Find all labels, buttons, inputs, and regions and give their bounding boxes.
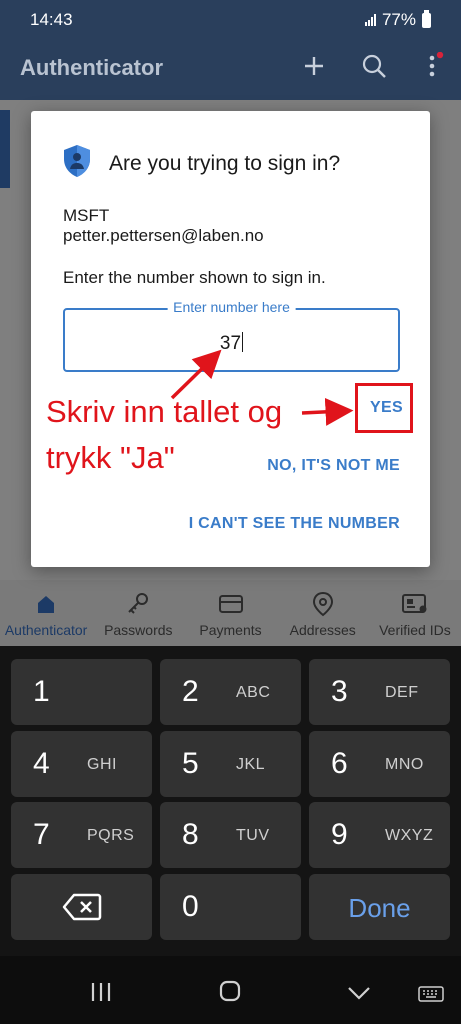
nav-item-payments[interactable]: Payments	[184, 580, 276, 646]
system-nav-bar	[0, 956, 461, 1024]
home-icon[interactable]	[219, 980, 241, 1002]
status-bar: 14:43 77%	[0, 0, 461, 38]
key-icon	[128, 593, 149, 614]
bottom-nav: Authenticator Passwords Payments Address…	[0, 580, 461, 646]
hide-keyboard-icon[interactable]	[347, 986, 371, 1000]
key-4[interactable]: 4 GHI	[11, 731, 152, 797]
nav-item-passwords[interactable]: Passwords	[92, 580, 184, 646]
key-6[interactable]: 6 MNO	[309, 731, 450, 797]
lock-icon	[38, 596, 55, 613]
key-3[interactable]: 3 DEF	[309, 659, 450, 725]
key-0[interactable]: 0	[160, 874, 301, 940]
nav-label: Addresses	[289, 622, 356, 638]
key-5[interactable]: 5 JKL	[160, 731, 301, 797]
key-8[interactable]: 8 TUV	[160, 802, 301, 868]
search-icon[interactable]	[361, 53, 387, 79]
cant-see-number-button[interactable]: I CAN'T SEE THE NUMBER	[189, 515, 400, 533]
annotation-text-line-2: trykk "Ja"	[46, 440, 175, 475]
annotation-highlight-box	[355, 383, 413, 433]
numeric-keypad: 1 2 ABC 3 DEF 4 GHI 5 JKL 6 MNO 7 PQRS 8 TUV 9W…	[0, 646, 461, 956]
authenticator-shield-icon	[64, 145, 90, 177]
key-7[interactable]: 7 PQRS	[11, 802, 152, 868]
instruction-text: Enter the number shown to sign in.	[63, 268, 326, 287]
nav-label: Verified IDs	[379, 622, 451, 638]
account-email: petter.pettersen@laben.no	[63, 226, 264, 245]
location-pin-icon	[312, 591, 333, 617]
key-2[interactable]: 2 ABC	[160, 659, 301, 725]
nav-item-verified-ids[interactable]: Verified IDs	[369, 580, 461, 646]
battery-percent: 77%	[381, 10, 416, 29]
keyboard-icon[interactable]	[418, 986, 444, 1002]
number-input[interactable]: Enter number here 37	[63, 299, 400, 372]
battery-icon	[422, 9, 431, 28]
nav-label: Payments	[199, 622, 262, 638]
organization-name: MSFT	[63, 206, 110, 225]
status-right: 77%	[364, 9, 431, 30]
number-input-label: Enter number here	[167, 299, 296, 315]
more-vert-icon[interactable]	[424, 52, 444, 80]
plus-icon[interactable]	[302, 54, 326, 78]
key-9[interactable]: 9 WXYZ	[309, 802, 450, 868]
card-icon	[218, 595, 243, 613]
status-time: 14:43	[30, 10, 73, 29]
annotation-text-line-1: Skriv inn tallet og	[46, 394, 283, 429]
done-label: Done	[348, 893, 411, 923]
backspace-icon	[62, 893, 101, 921]
nav-item-addresses[interactable]: Addresses	[277, 580, 369, 646]
nav-label: Passwords	[104, 622, 173, 638]
text-caret	[242, 332, 244, 352]
app-bar: Authenticator	[0, 38, 461, 100]
sign-in-dialog: Are you trying to sign in? MSFT petter.p…	[31, 111, 430, 567]
number-input-value: 37	[219, 332, 244, 354]
signal-icon	[364, 14, 376, 26]
backspace-key[interactable]	[11, 874, 152, 940]
account-card-accent	[0, 110, 10, 188]
nav-label: Authenticator	[4, 622, 88, 638]
done-key[interactable]: Done	[309, 874, 450, 940]
dialog-title: Are you trying to sign in?	[109, 152, 341, 175]
nav-item-authenticator[interactable]: Authenticator	[0, 580, 92, 646]
app-title: Authenticator	[20, 55, 163, 80]
id-card-icon	[401, 594, 427, 613]
key-1[interactable]: 1	[11, 659, 152, 725]
recents-icon[interactable]	[90, 982, 112, 1002]
